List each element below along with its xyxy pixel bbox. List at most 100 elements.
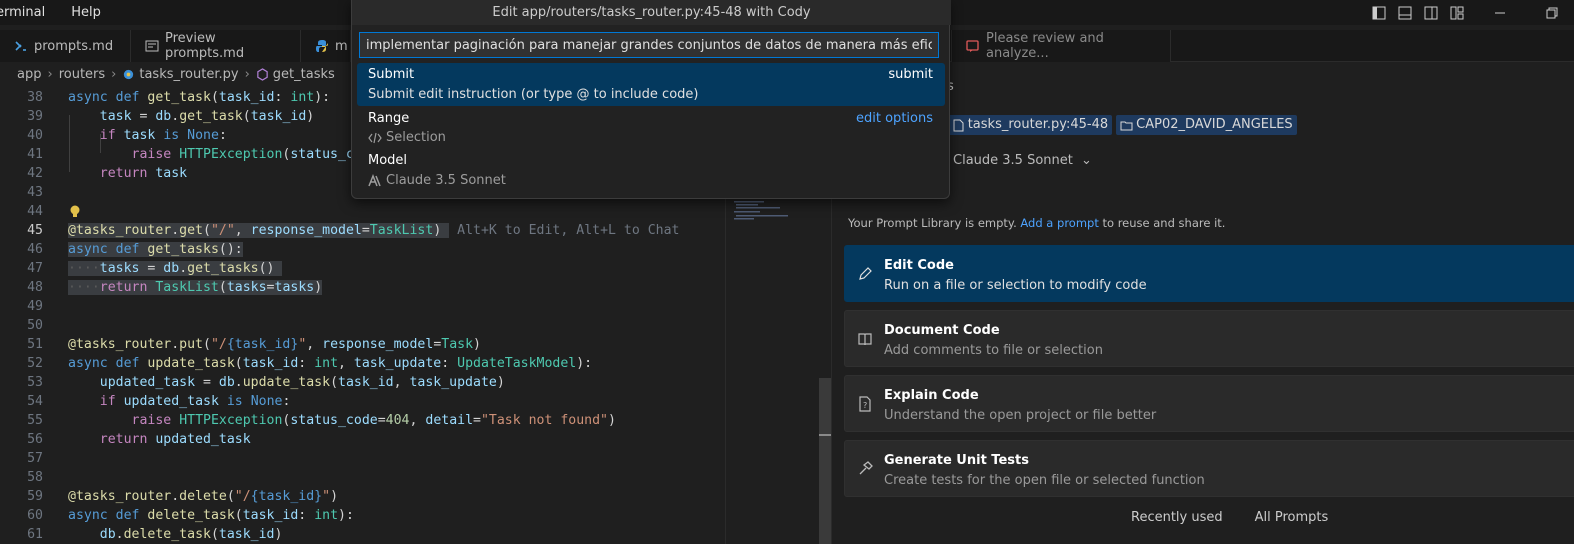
add-prompt-link[interactable]: Add a prompt: [1020, 216, 1098, 230]
breadcrumb-routers[interactable]: routers: [59, 67, 105, 82]
cody-edit-dialog: Edit app/routers/tasks_router.py:45-48 w…: [351, 0, 951, 199]
chevron-right-icon: ›: [244, 66, 250, 82]
python-icon: [124, 69, 134, 79]
menu-help[interactable]: Help: [71, 0, 109, 25]
model-selector[interactable]: Claude 3.5 Sonnet ⌄: [953, 153, 1092, 168]
method-symbol-icon: [257, 67, 268, 81]
code-line[interactable]: if updated_task is None:: [68, 392, 291, 411]
breadcrumb-app[interactable]: app: [17, 67, 41, 82]
edit-instruction-input[interactable]: [359, 32, 939, 58]
line-number: 57: [27, 451, 43, 466]
code-line[interactable]: raise HTTPException(status_code=404, det…: [68, 411, 616, 430]
toggle-primary-sidebar-icon[interactable]: [1366, 0, 1392, 25]
code-line[interactable]: ····tasks = db.get_tasks(): [68, 259, 283, 278]
option-range[interactable]: Range Selection edit options: [357, 108, 945, 150]
minimize-icon[interactable]: [1470, 0, 1530, 25]
code-line[interactable]: @tasks_router.put("/{task_id}", response…: [68, 335, 481, 354]
code-line[interactable]: async def get_task(task_id: int):: [68, 88, 330, 107]
chevron-right-icon: ›: [47, 66, 53, 82]
inline-hint: Alt+K to Edit, Alt+L to Chat: [457, 223, 680, 238]
command-document-code[interactable]: Document Code Add comments to file or se…: [844, 310, 1574, 367]
line-number: 58: [27, 470, 43, 485]
line-number: 53: [27, 375, 43, 390]
code-line[interactable]: ····return TaskList(tasks=tasks): [68, 278, 323, 297]
line-number: 61: [27, 527, 43, 542]
submit-keybinding: submit: [888, 67, 933, 82]
tab-preview-prompts-md[interactable]: Preview prompts.md: [131, 30, 301, 62]
line-number: 45: [27, 223, 43, 238]
code-line[interactable]: @tasks_router.delete("/{task_id}"): [68, 487, 338, 506]
line-number: 39: [27, 109, 43, 124]
pencil-icon: [859, 267, 872, 280]
folder-icon: [1120, 121, 1133, 130]
line-number: 41: [27, 147, 43, 162]
menu-terminal[interactable]: erminal: [0, 0, 53, 25]
line-number: 46: [27, 242, 43, 257]
command-generate-unit-tests[interactable]: Generate Unit Tests Create tests for the…: [844, 440, 1574, 497]
line-number: 54: [27, 394, 43, 409]
tab-all-prompts[interactable]: All Prompts: [1255, 510, 1329, 525]
toggle-secondary-sidebar-icon[interactable]: [1418, 0, 1444, 25]
chip-folder[interactable]: CAP02_DAVID_ANGELES: [1116, 115, 1297, 135]
line-number: 56: [27, 432, 43, 447]
question-file-icon: ?: [859, 396, 871, 412]
book-icon: [858, 333, 872, 346]
lightbulb-icon[interactable]: [68, 202, 82, 221]
code-line[interactable]: raise HTTPException(status_co: [68, 145, 362, 164]
line-number: 60: [27, 508, 43, 523]
command-explain-code[interactable]: ? Explain Code Understand the open proje…: [844, 375, 1574, 432]
line-number: 47: [27, 261, 43, 276]
option-submit[interactable]: Submit Submit edit instruction (or type …: [357, 63, 945, 106]
line-number: 55: [27, 413, 43, 428]
line-number: 38: [27, 90, 43, 105]
line-number: 59: [27, 489, 43, 504]
dialog-title: Edit app/routers/tasks_router.py:45-48 w…: [352, 0, 951, 25]
line-number: 40: [27, 128, 43, 143]
customize-layout-icon[interactable]: [1444, 0, 1470, 25]
option-model[interactable]: Model Claude 3.5 Sonnet: [357, 152, 945, 194]
toggle-panel-icon[interactable]: [1392, 0, 1418, 25]
chip-file[interactable]: tasks_router.py:45-48: [947, 115, 1113, 135]
tab-recently-used[interactable]: Recently used: [1131, 510, 1223, 525]
prompt-library-message: Your Prompt Library is empty. Add a prom…: [848, 216, 1226, 230]
chevron-right-icon: ›: [111, 66, 117, 82]
cody-chat-icon: [966, 39, 980, 53]
window-controls: [1366, 0, 1574, 25]
code-line[interactable]: async def delete_task(task_id: int):: [68, 506, 354, 525]
edit-options-link[interactable]: edit options: [856, 111, 933, 126]
scrollbar-marker: [819, 434, 831, 436]
code-line[interactable]: task = db.get_task(task_id): [68, 107, 314, 126]
code-brackets-icon: [368, 132, 382, 143]
code-line[interactable]: if task is None:: [68, 126, 227, 145]
code-line[interactable]: updated_task = db.update_task(task_id, t…: [68, 373, 505, 392]
code-line[interactable]: async def update_task(task_id: int, task…: [68, 354, 592, 373]
line-number: 48: [27, 280, 43, 295]
code-line[interactable]: return updated_task: [68, 430, 251, 449]
anthropic-icon: [368, 173, 381, 186]
context-chips: y tasks_router.py:45-48 CAP02_DAVID_ANGE…: [932, 115, 1297, 135]
line-number: 52: [27, 356, 43, 371]
file-icon: [953, 119, 964, 131]
line-number: 50: [27, 318, 43, 333]
line-number: 51: [27, 337, 43, 352]
breadcrumb-symbol[interactable]: get_tasks: [273, 67, 335, 82]
preview-icon: [145, 39, 159, 53]
line-number: 42: [27, 166, 43, 181]
tab-cody-chat[interactable]: Please review and analyze...: [951, 30, 1171, 62]
scrollbar-thumb[interactable]: [819, 378, 831, 544]
restore-icon[interactable]: [1530, 0, 1574, 25]
code-line[interactable]: async def get_tasks():: [68, 240, 243, 259]
code-line[interactable]: db.delete_task(task_id): [68, 525, 283, 544]
tab-prompts-md[interactable]: prompts.md: [0, 30, 131, 62]
chevron-down-icon: ⌄: [1081, 153, 1092, 168]
command-edit-code[interactable]: Edit Code Run on a file or selection to …: [844, 245, 1574, 302]
markdown-icon: [14, 39, 28, 53]
hammer-icon: [859, 461, 873, 475]
tab-python-file[interactable]: m: [301, 30, 351, 62]
code-line[interactable]: @tasks_router.get("/", response_model=Ta…: [68, 221, 679, 240]
prompt-tabs: Recently used All Prompts: [1131, 510, 1328, 525]
code-line[interactable]: return task: [68, 164, 187, 183]
line-number: 43: [27, 185, 43, 200]
breadcrumb-file[interactable]: tasks_router.py: [139, 67, 238, 82]
python-icon: [315, 39, 329, 53]
